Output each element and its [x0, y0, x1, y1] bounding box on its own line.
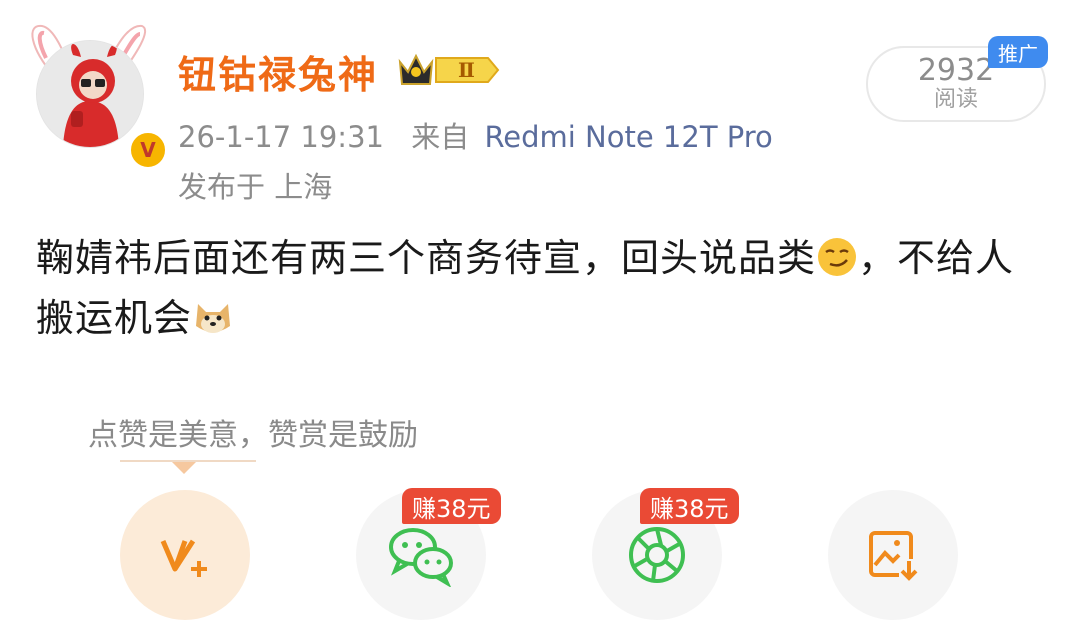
post-body: 鞠婧祎后面还有两三个商务待宣，回头说品类 ，不给人搬运机会	[36, 228, 1046, 348]
moments-icon	[629, 527, 685, 583]
source-prefix: 来自	[411, 120, 470, 154]
source-device-link[interactable]: Redmi Note 12T Pro	[484, 120, 772, 154]
save-image-icon	[869, 531, 921, 581]
tip-caret-icon	[172, 462, 196, 474]
verified-badge-icon: V	[128, 130, 168, 170]
doge-emoji-icon	[196, 304, 231, 333]
wechat-icon	[389, 528, 453, 587]
vplus-icon	[160, 539, 207, 577]
author-avatar-group[interactable]: V	[24, 18, 168, 170]
read-label: 阅读	[933, 87, 978, 112]
username[interactable]: 钮钴禄兔神	[178, 44, 378, 99]
earn-badge-wechat: 赚38元	[402, 488, 501, 524]
vip-level-text: Ⅱ	[458, 58, 475, 82]
reward-tip: 点赞是美意，赞赏是鼓励	[88, 418, 418, 453]
post-timestamp: 26-1-17 19:31	[178, 120, 384, 154]
read-count: 2932	[917, 53, 995, 88]
avatar-image	[37, 41, 143, 147]
promoted-badge: 推广	[988, 36, 1048, 68]
vip-level-badge[interactable]: Ⅱ	[396, 50, 500, 90]
smirk-emoji-icon	[818, 238, 857, 276]
crown-icon: Ⅱ	[398, 53, 500, 85]
avatar[interactable]	[36, 40, 144, 148]
earn-badge-moments: 赚38元	[640, 488, 739, 524]
save-image-button[interactable]	[828, 490, 958, 620]
post-location: 发布于 上海	[178, 170, 333, 204]
post-meta: 26-1-17 19:31 来自 Redmi Note 12T Pro	[178, 114, 773, 156]
post-text-part1: 鞠婧祎后面还有两三个商务待宣，回头说品类	[36, 236, 817, 280]
vplus-action-button[interactable]	[120, 490, 250, 620]
